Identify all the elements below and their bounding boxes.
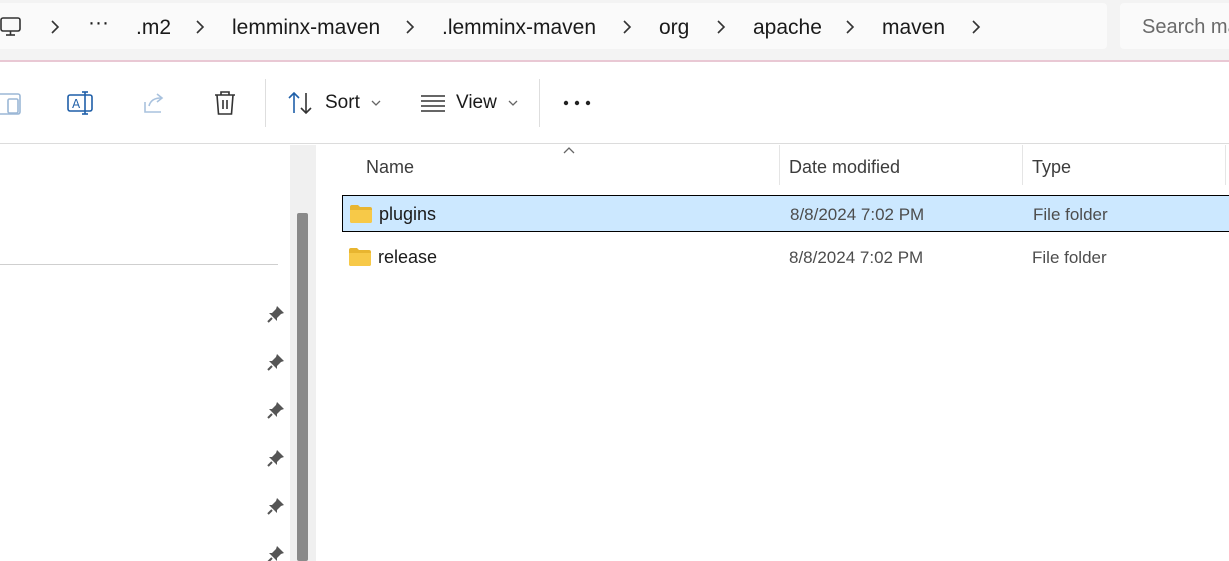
this-pc-icon[interactable] bbox=[0, 16, 22, 38]
pin-icon[interactable] bbox=[266, 544, 286, 561]
column-separator[interactable] bbox=[1225, 145, 1226, 185]
toolbar-separator bbox=[539, 79, 540, 127]
sort-icon bbox=[288, 91, 312, 115]
file-date-modified: 8/8/2024 7:02 PM bbox=[790, 205, 925, 224]
list-item-selected[interactable]: plugins 8/8/2024 7:02 PM File folder bbox=[342, 195, 1229, 232]
trash-icon bbox=[215, 91, 235, 115]
sort-label: Sort bbox=[325, 92, 360, 113]
breadcrumb-org[interactable]: org bbox=[659, 16, 689, 40]
view-button[interactable]: View bbox=[420, 88, 519, 118]
pin-icon[interactable] bbox=[266, 304, 286, 324]
breadcrumb-m2[interactable]: .m2 bbox=[136, 16, 171, 40]
chevron-down-icon bbox=[371, 100, 381, 106]
view-label: View bbox=[456, 92, 497, 113]
search-input[interactable] bbox=[1142, 16, 1229, 39]
file-name: plugins bbox=[379, 204, 437, 224]
column-header-name[interactable]: Name bbox=[366, 157, 414, 178]
pin-icon[interactable] bbox=[266, 448, 286, 468]
paste-icon bbox=[0, 93, 21, 115]
pin-icon[interactable] bbox=[266, 496, 286, 516]
file-type: File folder bbox=[1032, 248, 1107, 267]
chevron-right-icon[interactable] bbox=[970, 19, 982, 35]
column-header-type[interactable]: Type bbox=[1032, 157, 1071, 178]
chevron-right-icon[interactable] bbox=[844, 19, 856, 35]
pin-icon[interactable] bbox=[266, 352, 286, 372]
rename-button[interactable]: A bbox=[67, 90, 95, 116]
column-header-date-modified[interactable]: Date modified bbox=[789, 157, 900, 178]
chevron-right-icon[interactable] bbox=[194, 19, 206, 35]
file-type: File folder bbox=[1033, 205, 1108, 224]
address-bar[interactable]: ··· .m2 lemminx-maven .lemminx-maven org… bbox=[0, 3, 1107, 49]
search-box[interactable] bbox=[1120, 3, 1229, 49]
rename-icon: A bbox=[67, 91, 93, 115]
nav-scrollbar-thumb[interactable] bbox=[297, 213, 308, 561]
sort-button[interactable]: Sort bbox=[287, 88, 382, 118]
chevron-right-icon[interactable] bbox=[49, 19, 61, 35]
breadcrumb-more-button[interactable]: ··· bbox=[88, 11, 109, 35]
breadcrumb-apache[interactable]: apache bbox=[753, 16, 822, 40]
address-bar-row: ··· .m2 lemminx-maven .lemminx-maven org… bbox=[0, 0, 1229, 60]
breadcrumb-lemminx-maven[interactable]: lemminx-maven bbox=[232, 16, 380, 40]
folder-icon bbox=[349, 248, 371, 266]
list-item[interactable]: release 8/8/2024 7:02 PM File folder bbox=[342, 239, 1229, 276]
nav-divider bbox=[0, 264, 278, 265]
paste-button[interactable] bbox=[0, 90, 24, 116]
folder-icon bbox=[350, 205, 372, 223]
sort-ascending-icon bbox=[563, 147, 575, 154]
share-button[interactable] bbox=[141, 90, 167, 116]
file-date-modified: 8/8/2024 7:02 PM bbox=[789, 248, 924, 267]
column-separator[interactable] bbox=[1022, 145, 1023, 185]
navigation-pane[interactable] bbox=[0, 145, 290, 561]
toolbar-separator bbox=[265, 79, 266, 127]
chevron-right-icon[interactable] bbox=[621, 19, 633, 35]
column-separator[interactable] bbox=[779, 145, 780, 185]
chevron-right-icon[interactable] bbox=[715, 19, 727, 35]
breadcrumb-maven[interactable]: maven bbox=[882, 16, 945, 40]
chevron-down-icon bbox=[508, 100, 518, 106]
more-options-button[interactable] bbox=[561, 88, 593, 118]
more-dots-icon bbox=[563, 100, 591, 106]
file-list[interactable]: Name Date modified Type plugins 8/8/2024… bbox=[316, 145, 1229, 561]
view-list-icon bbox=[421, 95, 445, 112]
chevron-right-icon[interactable] bbox=[404, 19, 416, 35]
file-name: release bbox=[378, 247, 438, 267]
share-icon bbox=[144, 93, 164, 113]
pin-icon[interactable] bbox=[266, 400, 286, 420]
breadcrumb-dot-lemminx-maven[interactable]: .lemminx-maven bbox=[442, 16, 596, 40]
svg-text:A: A bbox=[72, 97, 81, 111]
command-bar: A Sort View bbox=[0, 62, 1229, 144]
delete-button[interactable] bbox=[213, 90, 237, 116]
